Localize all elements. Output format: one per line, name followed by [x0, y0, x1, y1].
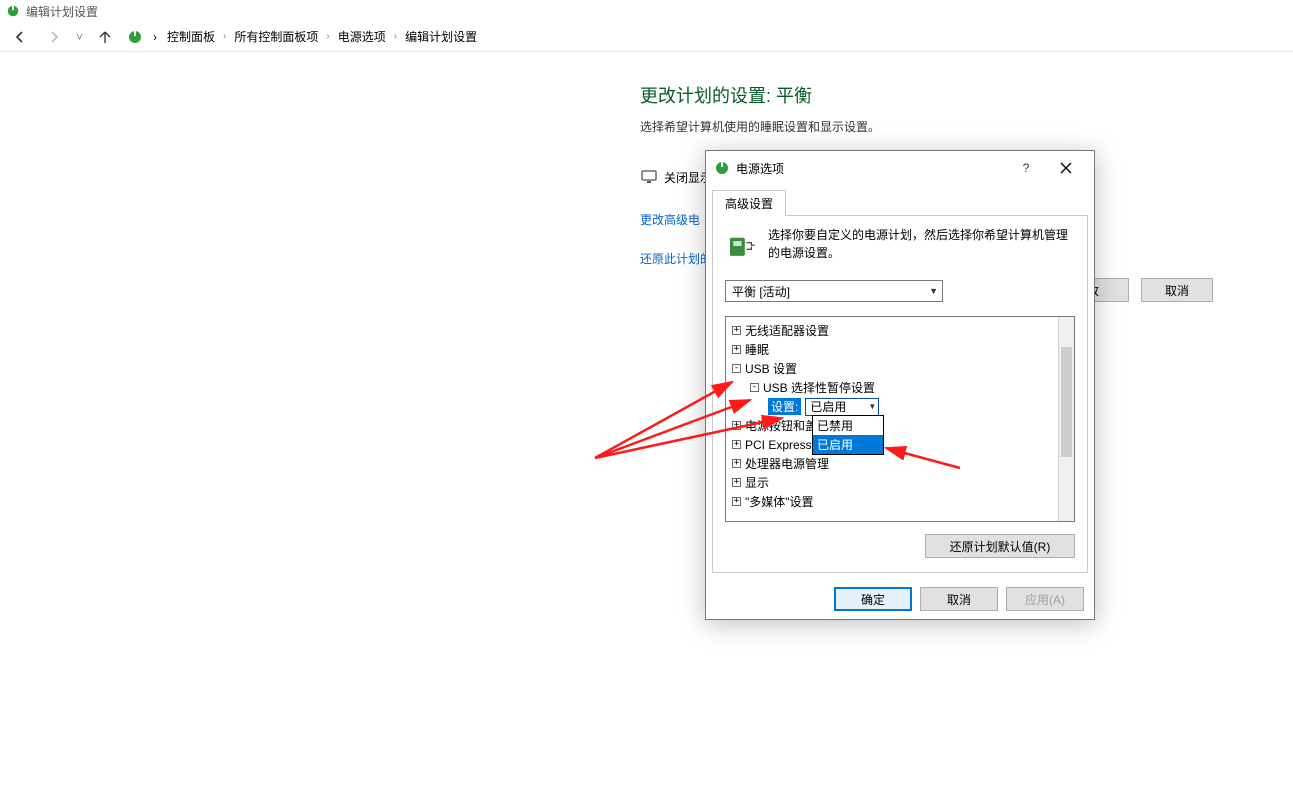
- expand-icon[interactable]: +: [732, 440, 741, 449]
- breadcrumb-sep-icon: ›: [394, 31, 397, 42]
- nav-bar: ˅ › 控制面板 › 所有控制面板项 › 电源选项 › 编辑计划设置: [0, 22, 1293, 52]
- power-plan-icon: [6, 4, 20, 18]
- dialog-title: 电源选项: [736, 160, 784, 177]
- tree-node-pci[interactable]: +PCI Express: [728, 435, 1056, 454]
- tree-node-usb[interactable]: -USB 设置: [728, 359, 1056, 378]
- breadcrumb: 控制面板 › 所有控制面板项 › 电源选项 › 编辑计划设置: [167, 28, 477, 45]
- dialog-help-button[interactable]: ?: [1006, 153, 1046, 183]
- dialog-tabs: 高级设置: [706, 185, 1094, 215]
- dialog-description: 选择你要自定义的电源计划，然后选择你希望计算机管理的电源设置。: [768, 226, 1075, 266]
- page-content: 更改计划的设置: 平衡 选择希望计算机使用的睡眠设置和显示设置。 关闭显示 更改…: [0, 52, 1293, 267]
- page-title: 更改计划的设置: 平衡: [640, 82, 1293, 108]
- battery-plug-icon: [725, 226, 758, 266]
- window-title: 编辑计划设置: [26, 3, 98, 20]
- tree-node-usb-suspend[interactable]: -USB 选择性暂停设置: [728, 378, 1056, 397]
- cancel-button[interactable]: 取消: [920, 587, 998, 611]
- scrollbar-thumb[interactable]: [1061, 347, 1072, 457]
- breadcrumb-sep-icon: ›: [153, 30, 157, 44]
- breadcrumb-item[interactable]: 所有控制面板项: [234, 28, 318, 45]
- apply-button[interactable]: 应用(A): [1006, 587, 1084, 611]
- control-panel-icon: [127, 29, 143, 45]
- expand-icon[interactable]: +: [732, 326, 741, 335]
- restore-defaults-button[interactable]: 还原计划默认值(R): [925, 534, 1075, 558]
- setting-dropdown-list[interactable]: 已禁用 已启用: [812, 415, 884, 455]
- breadcrumb-item[interactable]: 电源选项: [338, 28, 386, 45]
- power-options-dialog: 电源选项 ? 高级设置 选择你要自定义的电源计划，然后选择你希望计算机管理的电源…: [705, 150, 1095, 620]
- tree-node-power-buttons[interactable]: +电源按钮和盖: [728, 416, 1056, 435]
- expand-icon[interactable]: +: [732, 345, 741, 354]
- settings-tree-container: +无线适配器设置 +睡眠 -USB 设置 -USB 选择性暂停设置 设置: 已启…: [725, 316, 1075, 522]
- tab-advanced[interactable]: 高级设置: [712, 190, 786, 216]
- tree-node-cpu[interactable]: +处理器电源管理: [728, 454, 1056, 473]
- breadcrumb-item[interactable]: 控制面板: [167, 28, 215, 45]
- window-titlebar: 编辑计划设置: [0, 0, 1293, 22]
- chevron-down-icon: ▼: [929, 286, 938, 296]
- tree-node-wireless[interactable]: +无线适配器设置: [728, 321, 1056, 340]
- ok-button[interactable]: 确定: [834, 587, 912, 611]
- collapse-icon[interactable]: -: [732, 364, 741, 373]
- monitor-icon: [640, 168, 658, 186]
- expand-icon[interactable]: +: [732, 459, 741, 468]
- dialog-close-button[interactable]: [1046, 153, 1086, 183]
- breadcrumb-item[interactable]: 编辑计划设置: [405, 28, 477, 45]
- chevron-down-icon: ▼: [868, 402, 876, 411]
- expand-icon[interactable]: +: [732, 421, 741, 430]
- power-options-icon: [714, 160, 730, 176]
- setting-value-dropdown[interactable]: 已启用 ▼: [805, 398, 879, 416]
- expand-icon[interactable]: +: [732, 478, 741, 487]
- nav-forward-button[interactable]: [42, 25, 66, 49]
- cancel-button[interactable]: 取消: [1141, 278, 1213, 302]
- dialog-footer: 确定 取消 应用(A): [706, 579, 1094, 619]
- advanced-settings-link[interactable]: 更改高级电: [640, 211, 700, 228]
- tree-scrollbar[interactable]: [1058, 317, 1074, 521]
- power-plan-selected: 平衡 [活动]: [732, 283, 790, 300]
- tree-node-usb-suspend-setting[interactable]: 设置: 已启用 ▼: [728, 397, 1056, 416]
- nav-back-button[interactable]: [8, 25, 32, 49]
- power-plan-select[interactable]: 平衡 [活动] ▼: [725, 280, 943, 302]
- restore-plan-link[interactable]: 还原此计划的: [640, 250, 712, 267]
- tree-node-multimedia[interactable]: +"多媒体"设置: [728, 492, 1056, 511]
- dialog-titlebar[interactable]: 电源选项 ?: [706, 151, 1094, 185]
- dropdown-option-disabled[interactable]: 已禁用: [813, 416, 883, 435]
- tree-node-display[interactable]: +显示: [728, 473, 1056, 492]
- nav-recent-dropdown[interactable]: ˅: [76, 30, 83, 44]
- tab-content: 选择你要自定义的电源计划，然后选择你希望计算机管理的电源设置。 平衡 [活动] …: [712, 215, 1088, 573]
- breadcrumb-sep-icon: ›: [326, 31, 329, 42]
- breadcrumb-sep-icon: ›: [223, 31, 226, 42]
- settings-tree[interactable]: +无线适配器设置 +睡眠 -USB 设置 -USB 选择性暂停设置 设置: 已启…: [726, 317, 1058, 521]
- setting-label: 设置:: [768, 398, 801, 415]
- close-icon: [1060, 162, 1072, 174]
- dropdown-option-enabled[interactable]: 已启用: [813, 435, 883, 454]
- setting-value: 已启用: [810, 398, 846, 415]
- expand-icon[interactable]: +: [732, 497, 741, 506]
- page-subtitle: 选择希望计算机使用的睡眠设置和显示设置。: [640, 118, 1293, 135]
- nav-up-button[interactable]: [93, 25, 117, 49]
- collapse-icon[interactable]: -: [750, 383, 759, 392]
- tree-node-sleep[interactable]: +睡眠: [728, 340, 1056, 359]
